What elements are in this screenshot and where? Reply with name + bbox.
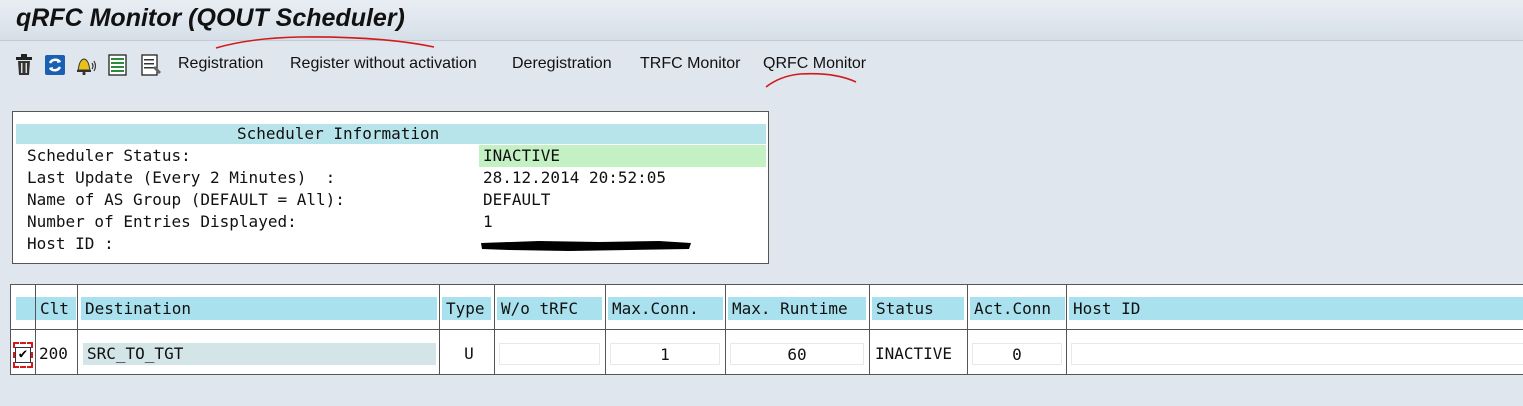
info-row-host-id: Host ID : — [16, 233, 766, 255]
trfc-monitor-button[interactable]: TRFC Monitor — [640, 55, 740, 73]
column-header-max-runtime[interactable]: Max. Runtime — [728, 297, 866, 320]
info-label: Name of AS Group (DEFAULT = All): — [27, 190, 345, 209]
register-without-activation-button[interactable]: Register without activation — [290, 55, 477, 73]
info-label: Number of Entries Displayed: — [27, 212, 297, 231]
column-header-status[interactable]: Status — [872, 297, 964, 320]
redaction-mark — [481, 241, 691, 251]
cell-destination[interactable]: SRC_TO_TGT — [83, 343, 436, 365]
cell-act-conn[interactable]: 0 — [972, 343, 1062, 365]
alert-bell-icon[interactable] — [74, 53, 98, 77]
entries-displayed-value: 1 — [483, 212, 493, 231]
refresh-icon[interactable] — [43, 53, 67, 77]
details-icon[interactable] — [139, 53, 163, 77]
cell-wo-trfc[interactable] — [499, 343, 600, 365]
column-header-max-conn[interactable]: Max.Conn. — [608, 297, 723, 320]
cell-clt: 200 — [39, 344, 68, 363]
application-toolbar: Registration Register without activation… — [0, 41, 1523, 89]
row-select-checkbox[interactable]: ✔ — [13, 342, 33, 368]
column-header-act-conn[interactable]: Act.Conn — [970, 297, 1065, 320]
info-row-as-group: Name of AS Group (DEFAULT = All): DEFAUL… — [16, 189, 766, 211]
scheduler-table: Clt Destination Type W/o tRFC Max.Conn. … — [10, 284, 1523, 375]
title-bar: qRFC Monitor (QOUT Scheduler) — [0, 0, 1523, 41]
column-header-destination[interactable]: Destination — [81, 297, 437, 320]
as-group-value: DEFAULT — [483, 190, 551, 209]
page-title: qRFC Monitor (QOUT Scheduler) — [16, 4, 405, 32]
cell-type: U — [464, 344, 474, 363]
registration-button[interactable]: Registration — [178, 55, 263, 73]
column-header-type[interactable]: Type — [442, 297, 491, 320]
info-row-status: Scheduler Status: INACTIVE — [16, 145, 766, 167]
info-label: Scheduler Status: — [27, 146, 191, 165]
cell-status: INACTIVE — [875, 344, 953, 363]
scheduler-info-header: Scheduler Information — [16, 124, 766, 144]
scheduler-status-value: INACTIVE — [479, 145, 766, 167]
column-header-wo-trfc[interactable]: W/o tRFC — [497, 297, 602, 320]
delete-icon[interactable] — [12, 53, 36, 77]
cell-max-conn[interactable]: 1 — [610, 343, 720, 365]
select-column-header[interactable] — [16, 297, 36, 320]
cell-host-id[interactable] — [1071, 343, 1523, 365]
qrfc-monitor-button[interactable]: QRFC Monitor — [763, 55, 866, 73]
column-header-clt[interactable]: Clt — [36, 297, 76, 320]
list-icon[interactable] — [106, 53, 130, 77]
info-row-entries: Number of Entries Displayed: 1 — [16, 211, 766, 233]
deregistration-button[interactable]: Deregistration — [512, 55, 612, 73]
column-header-host-id[interactable]: Host ID — [1069, 297, 1523, 320]
scheduler-info-panel: Scheduler Information Scheduler Status: … — [12, 111, 769, 264]
info-row-last-update: Last Update (Every 2 Minutes) : 28.12.20… — [16, 167, 766, 189]
info-label: Host ID : — [27, 234, 114, 253]
header-divider — [11, 329, 1523, 330]
cell-max-runtime[interactable]: 60 — [730, 343, 864, 365]
checkmark-icon: ✔ — [15, 347, 31, 363]
scheduler-info-title: Scheduler Information — [237, 124, 440, 143]
info-label: Last Update (Every 2 Minutes) : — [27, 168, 336, 187]
last-update-value: 28.12.2014 20:52:05 — [483, 168, 667, 187]
